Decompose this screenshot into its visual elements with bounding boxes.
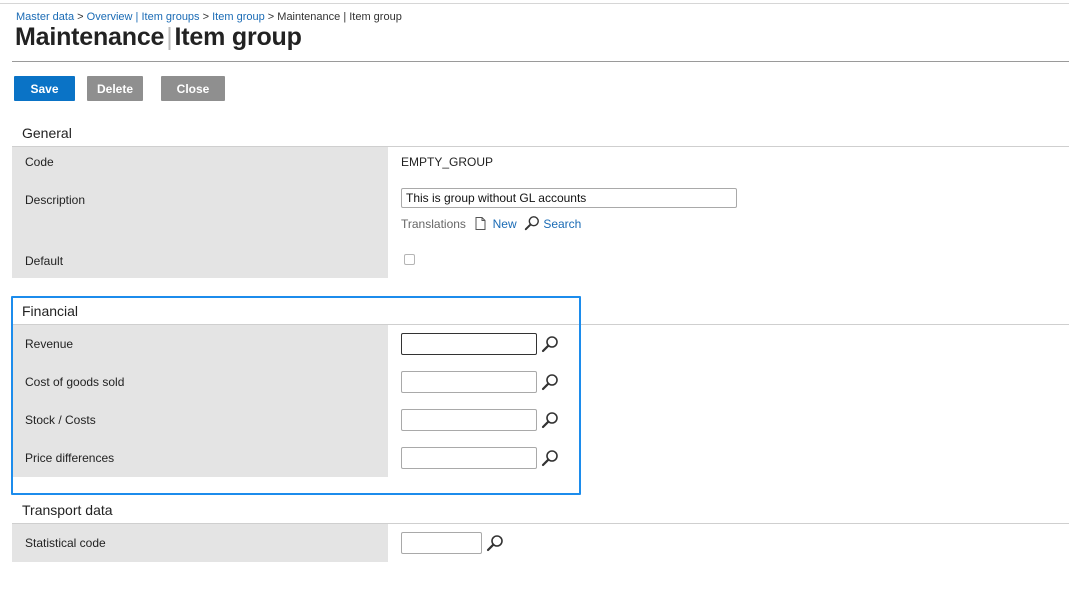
general-label-column (12, 147, 388, 278)
code-label: Code (25, 155, 54, 169)
revenue-lookup-icon[interactable] (541, 335, 559, 353)
translations-row: Translations New Search (401, 215, 581, 231)
stock-costs-lookup-icon[interactable] (541, 411, 559, 429)
header-divider (12, 61, 1069, 62)
new-link-label: New (492, 217, 517, 231)
breadcrumb-separator: > (202, 11, 210, 23)
code-value: EMPTY_GROUP (401, 155, 494, 169)
price-differences-field[interactable] (401, 447, 537, 469)
search-link-label: Search (543, 217, 582, 231)
section-title-financial: Financial (22, 303, 79, 319)
search-icon (524, 216, 539, 231)
cogs-label: Cost of goods sold (25, 375, 125, 389)
section-title-general: General (22, 125, 72, 141)
page-title-divider: | (166, 23, 173, 51)
default-label: Default (25, 254, 64, 268)
cogs-lookup-icon[interactable] (541, 373, 559, 391)
page-title-part2: Item group (174, 23, 302, 51)
price-differences-lookup-icon[interactable] (541, 449, 559, 467)
translations-label: Translations (401, 217, 466, 231)
page-title-part1: Maintenance (15, 23, 165, 51)
statistical-code-label: Statistical code (25, 536, 106, 550)
statistical-code-field[interactable] (401, 532, 482, 554)
breadcrumb-master-data[interactable]: Master data (16, 11, 74, 23)
save-button[interactable]: Save (14, 76, 75, 101)
new-document-icon (475, 217, 486, 230)
new-translation-link[interactable]: New (475, 217, 520, 231)
close-button[interactable]: Close (161, 76, 225, 101)
stock-costs-field[interactable] (401, 409, 537, 431)
description-label: Description (25, 193, 86, 207)
breadcrumb: Master data > Overview | Item groups > I… (16, 11, 402, 23)
breadcrumb-current: Maintenance | Item group (277, 11, 402, 23)
section-title-transport: Transport data (22, 502, 113, 518)
delete-button[interactable]: Delete (87, 76, 143, 101)
statistical-code-lookup-icon[interactable] (486, 534, 504, 552)
default-checkbox[interactable] (404, 254, 415, 265)
description-field[interactable] (401, 188, 737, 208)
price-differences-label: Price differences (25, 451, 115, 465)
search-translation-link[interactable]: Search (524, 216, 582, 231)
stock-costs-label: Stock / Costs (25, 413, 96, 427)
page-title: Maintenance|Item group (15, 23, 302, 52)
revenue-label: Revenue (25, 337, 74, 351)
breadcrumb-overview-item-groups[interactable]: Overview | Item groups (87, 11, 200, 23)
breadcrumb-item-group[interactable]: Item group (212, 11, 265, 23)
revenue-field[interactable] (401, 333, 537, 355)
breadcrumb-separator: > (267, 11, 275, 23)
breadcrumb-separator: > (77, 11, 84, 23)
cogs-field[interactable] (401, 371, 537, 393)
top-border (0, 3, 1069, 4)
